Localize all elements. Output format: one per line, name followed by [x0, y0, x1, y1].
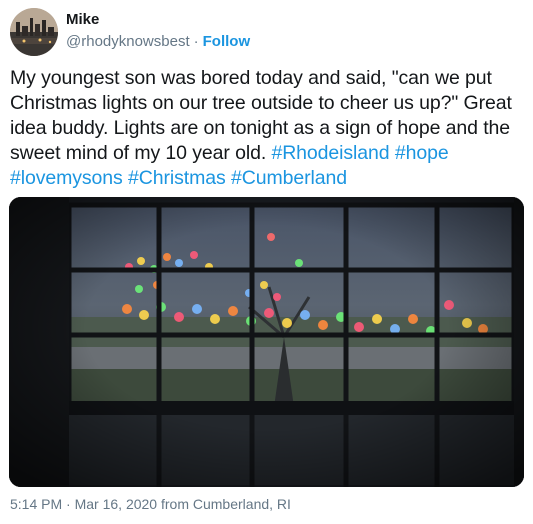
tweet-time[interactable]: 5:14 PM	[10, 496, 62, 512]
meta-separator: ·	[66, 496, 71, 512]
avatar-image	[10, 8, 58, 56]
window-lights-photo	[9, 197, 524, 487]
tweet-photo[interactable]	[9, 197, 524, 487]
hashtag-lovemysons[interactable]: #lovemysons	[10, 167, 123, 189]
tweet-card: Mike @rhodyknowsbest · Follow My youngest …	[0, 0, 533, 524]
tweet-location[interactable]: Cumberland, RI	[193, 496, 291, 512]
avatar[interactable]	[10, 8, 58, 56]
hashtag-christmas[interactable]: #Christmas	[128, 167, 226, 189]
hashtag-cumberland[interactable]: #Cumberland	[231, 167, 347, 189]
location-prefix: from	[160, 496, 189, 512]
author-handle[interactable]: @rhodyknowsbest	[66, 33, 190, 50]
separator-dot: ·	[193, 33, 199, 50]
tweet-text: My youngest son was bored today and said…	[10, 66, 525, 191]
tweet-meta: 5:14 PM · Mar 16, 2020 from Cumberland, …	[10, 496, 291, 512]
author-name[interactable]: Mike	[66, 11, 99, 28]
follow-button[interactable]: Follow	[203, 33, 251, 50]
hashtag-hope[interactable]: #hope	[395, 142, 449, 164]
author-handle-row: @rhodyknowsbest · Follow	[66, 33, 250, 50]
tweet-date[interactable]: Mar 16, 2020	[75, 496, 158, 512]
hashtag-rhodeisland[interactable]: #Rhodeisland	[271, 142, 389, 164]
